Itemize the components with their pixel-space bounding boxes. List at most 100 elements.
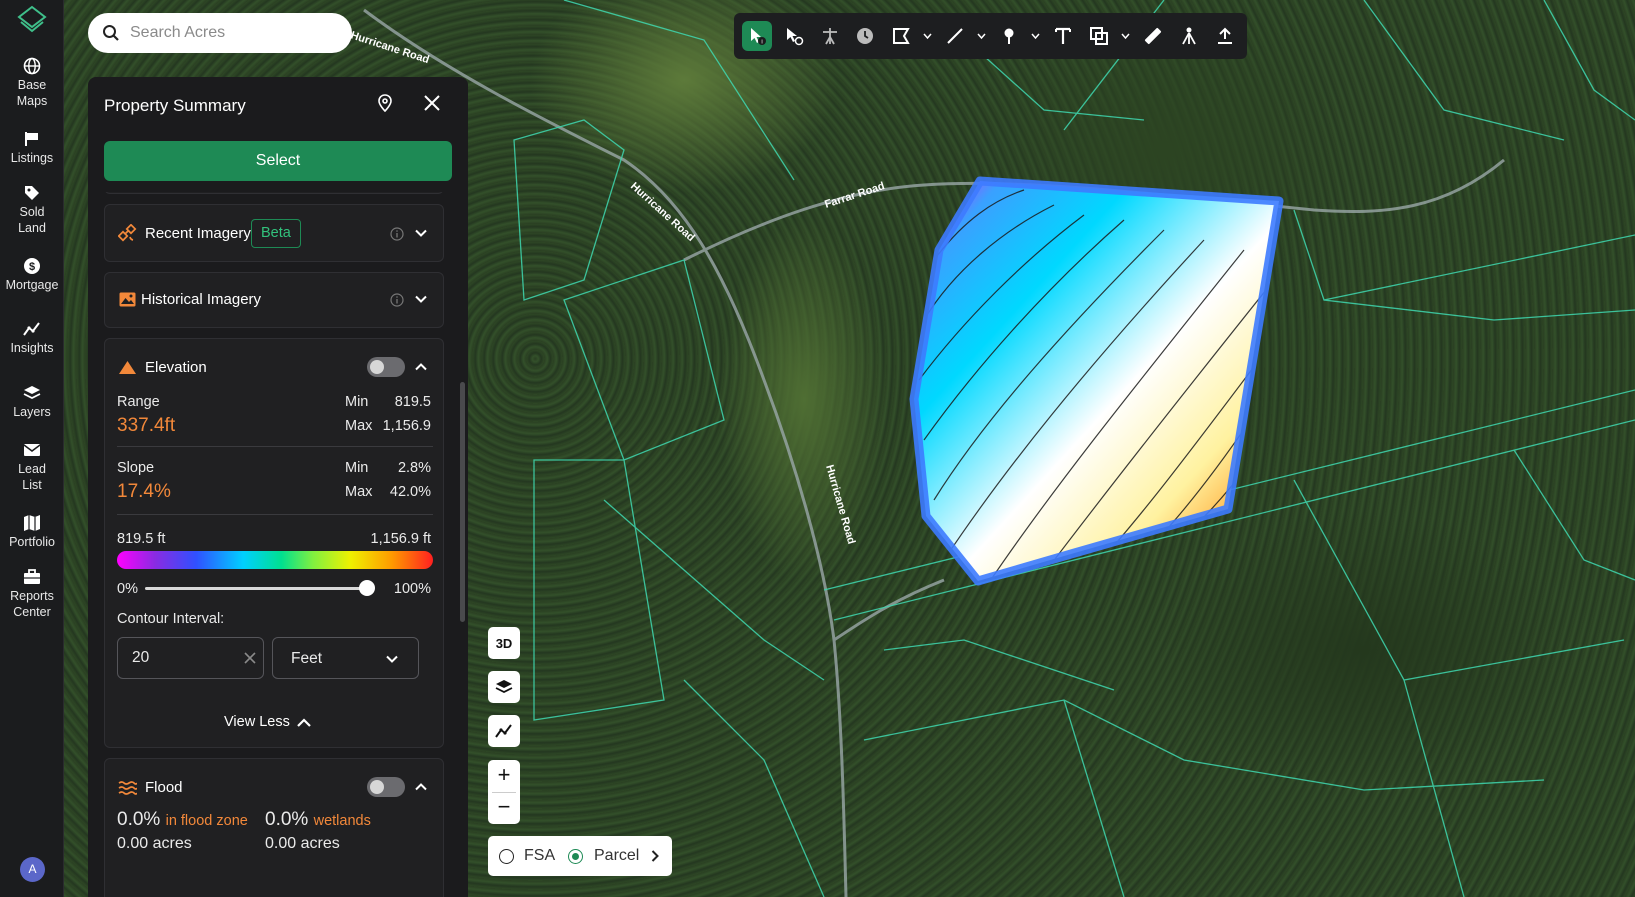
flood-toggle[interactable]	[367, 777, 405, 797]
parcel-label: Parcel	[594, 847, 640, 864]
historical-imagery-card[interactable]: Historical Imagery	[104, 272, 444, 328]
nav-layers[interactable]: Layers	[0, 384, 64, 420]
person-tool-button[interactable]	[815, 21, 845, 51]
zoom-in-button[interactable]: +	[488, 760, 520, 792]
beta-badge: Beta	[251, 219, 301, 248]
tag-icon	[25, 186, 39, 200]
zoom-out-button[interactable]: −	[488, 792, 520, 824]
pin-icon	[1004, 28, 1014, 44]
nav-label: Maps	[16, 94, 48, 108]
legend-high-label: 1,156.9 ft	[370, 531, 431, 547]
elevation-header[interactable]: Elevation	[105, 339, 445, 395]
range-min-value: 819.5	[394, 394, 431, 410]
contour-interval-input[interactable]	[132, 649, 232, 667]
3d-button[interactable]: 3D	[488, 627, 520, 659]
chevron-down-icon[interactable]	[414, 292, 428, 306]
view-less-label: View Less	[224, 714, 290, 730]
chevron-down-icon[interactable]	[1121, 32, 1130, 40]
flood-label: Flood	[145, 779, 183, 796]
location-pin-icon[interactable]	[376, 94, 394, 112]
contour-interval-field	[117, 637, 264, 679]
chevron-up-icon	[297, 718, 311, 727]
terrain-button[interactable]	[488, 715, 520, 747]
chevron-down-icon[interactable]	[1031, 32, 1040, 40]
panel-title: Property Summary	[104, 96, 246, 115]
opacity-slider-thumb[interactable]	[359, 580, 375, 596]
view-less-button[interactable]: View Less	[224, 714, 311, 730]
nav-mortgage[interactable]: $ Mortgage	[0, 257, 64, 293]
chevron-down-icon[interactable]	[923, 32, 932, 40]
range-value: 337.4ft	[117, 415, 176, 436]
chevron-up-icon[interactable]	[414, 780, 428, 794]
info-icon[interactable]	[390, 293, 404, 307]
select-tool-button[interactable]: i	[742, 21, 772, 51]
nav-insights[interactable]: Insights	[0, 320, 64, 356]
recent-imagery-card[interactable]: Recent Imagery Beta	[104, 204, 444, 262]
nav-label: Land	[18, 221, 46, 235]
info-icon[interactable]	[390, 227, 404, 241]
chevron-right-icon[interactable]	[648, 849, 662, 863]
flood-header[interactable]: Flood	[105, 759, 445, 815]
user-avatar[interactable]: A	[20, 857, 45, 882]
nav-label: Mortgage	[5, 278, 59, 292]
select-button[interactable]: Select	[104, 141, 452, 181]
layers-icon	[23, 386, 41, 400]
shapes-icon	[1090, 27, 1108, 45]
nav-label: Base	[17, 78, 47, 92]
contour-unit-select[interactable]: Feet	[272, 637, 419, 679]
text-tool-button[interactable]	[1048, 21, 1078, 51]
nav-label: Sold	[19, 205, 45, 219]
opacity-slider-track[interactable]	[145, 587, 367, 590]
nav-reports-center[interactable]: Reports Center	[0, 568, 64, 620]
wetlands-pct: 0.0%	[265, 809, 309, 830]
history-tool-button[interactable]	[850, 21, 880, 51]
close-icon[interactable]	[423, 94, 441, 112]
nav-label: Listings	[10, 151, 54, 165]
cursor-info-icon: i	[751, 28, 766, 46]
slope-value: 17.4%	[117, 481, 171, 502]
draw-polygon-button[interactable]	[886, 21, 916, 51]
opacity-high-label: 100%	[393, 581, 431, 597]
parcel-radio[interactable]	[568, 849, 583, 864]
survey-tool-button[interactable]	[1174, 21, 1204, 51]
range-label: Range	[117, 394, 160, 410]
app-logo-icon[interactable]	[17, 4, 47, 36]
draw-line-button[interactable]	[940, 21, 970, 51]
nav-rail: Base Maps Listings Sold Land $ Mortgage …	[0, 0, 64, 897]
clear-icon[interactable]	[243, 651, 257, 665]
chevron-down-icon[interactable]	[977, 32, 986, 40]
fsa-label: FSA	[524, 847, 556, 864]
chevron-down-icon[interactable]	[414, 226, 428, 240]
fsa-radio[interactable]	[499, 849, 514, 864]
line-icon	[947, 28, 963, 44]
wave-icon	[118, 781, 137, 795]
chevron-up-icon[interactable]	[414, 360, 428, 374]
shape-tool-button[interactable]	[1084, 21, 1114, 51]
nav-lead-list[interactable]: Lead List	[0, 441, 64, 493]
range-max-label: Max	[345, 418, 373, 434]
nav-label: Portfolio	[9, 535, 55, 549]
panel-scroll-area[interactable]: Recent Imagery Beta Historical Imagery E…	[88, 192, 468, 897]
measure-tool-button[interactable]	[1138, 21, 1168, 51]
selected-parcel[interactable]	[909, 176, 1284, 600]
upload-icon	[1218, 27, 1232, 44]
slope-label: Slope	[117, 460, 155, 476]
select-add-tool-button[interactable]	[779, 21, 809, 51]
nav-sold-land[interactable]: Sold Land	[0, 184, 64, 236]
upload-button[interactable]	[1210, 21, 1240, 51]
search-input[interactable]	[130, 24, 330, 42]
nav-base-maps[interactable]: Base Maps	[0, 57, 64, 109]
layers-button[interactable]	[488, 671, 520, 703]
elevation-toggle[interactable]	[367, 357, 405, 377]
divider	[117, 446, 433, 447]
panel-header: Property Summary	[88, 77, 468, 127]
nav-portfolio[interactable]: Portfolio	[0, 514, 64, 550]
mountain-icon	[119, 361, 136, 374]
nav-listings[interactable]: Listings	[0, 130, 64, 166]
panel-scrollbar[interactable]	[460, 382, 465, 622]
elevation-card: Elevation Range 337.4ft Min Max 819.5 1,…	[104, 338, 444, 748]
layer-toggle-bar: FSA Parcel	[488, 836, 672, 876]
place-pin-button[interactable]	[994, 21, 1024, 51]
range-max-value: 1,156.9	[382, 418, 431, 434]
slope-min-value: 2.8%	[397, 460, 431, 476]
